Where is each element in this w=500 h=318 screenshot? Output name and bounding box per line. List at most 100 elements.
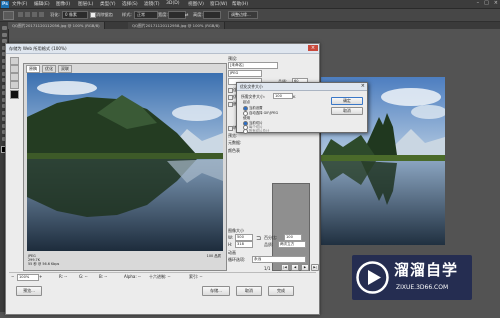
zoom-in-icon[interactable]: + [39, 274, 42, 279]
zoom-tool-icon[interactable] [10, 73, 19, 81]
menu-bar: Ps 文件(F) 编辑(E) 图像(I) 图层(L) 类型(Y) 选择(S) 滤镜(T) 3D… [0, 0, 500, 9]
feather-label: 羽化: [50, 12, 60, 17]
optimize-dialog-title: 优化文件大小 [240, 84, 263, 89]
style-select[interactable]: 正常 [134, 11, 158, 19]
menu-item[interactable]: 帮助(H) [232, 1, 248, 7]
tab-document-2[interactable]: QQ图片20171120112958.jpg @ 100% (RGB/8) [128, 22, 225, 29]
options-bar: 羽化: 0 像素 消除锯齿 样式: 正常 宽度: ⇄ 高度: 调整边缘... [0, 9, 500, 22]
auto-select-label: 自动选择 GIF/JPEG [249, 111, 279, 115]
status-r: R: -- [59, 274, 68, 279]
zoom-select[interactable]: 100% [17, 274, 39, 281]
preview-download-time: 55 秒 @ 56.6 Kbps [28, 262, 60, 266]
tab-optimized[interactable]: 优化 [42, 65, 56, 73]
animation-label: 动画 [228, 250, 236, 255]
height-label: H: [228, 242, 233, 247]
width-input[interactable]: 500 [235, 234, 253, 241]
menu-item[interactable]: 滤镜(T) [144, 1, 160, 7]
modal-cancel-button[interactable]: 取消 [331, 107, 363, 115]
preview-quality: 100 品质 [206, 254, 221, 258]
minimize-icon[interactable]: – [477, 0, 480, 8]
intersect-selection-icon[interactable] [39, 12, 44, 17]
menu-item[interactable]: 选择(S) [122, 1, 138, 7]
optimize-file-size-dialog: 优化文件大小 × 所需文件大小: 100 K 起点 当前设置 自动选择 GIF/… [236, 82, 368, 134]
tab-original[interactable]: 原稿 [26, 65, 40, 73]
color-table-label: 颜色表 [228, 148, 240, 153]
slice-select-tool-icon[interactable] [10, 65, 19, 73]
dialog-close-icon[interactable]: × [308, 45, 318, 51]
tool-icon[interactable] [1, 26, 7, 30]
watermark-title: 溜溜自学 [394, 261, 459, 279]
loop-label: 循环选项: [228, 257, 246, 262]
first-frame-icon[interactable]: |◀ [281, 264, 289, 271]
save-button[interactable]: 存储... [202, 286, 230, 296]
eyedropper-tool-icon[interactable] [10, 81, 19, 89]
dialog-title-bar: 存储为 Web 所用格式 (100%) × [6, 44, 319, 54]
status-alpha: Alpha: -- [124, 274, 141, 279]
menu-item[interactable]: 视图(V) [188, 1, 204, 7]
new-selection-icon[interactable] [18, 12, 23, 17]
menu-item[interactable]: 3D(D) [166, 1, 180, 6]
loop-select[interactable]: 永远 [252, 256, 306, 263]
subtract-selection-icon[interactable] [32, 12, 37, 17]
swap-icon[interactable]: ⇄ [185, 12, 189, 17]
style-label: 样式: [122, 12, 132, 17]
resample-quality-select[interactable]: 两次立方 [278, 241, 306, 248]
prev-frame-icon[interactable]: ◀ [291, 264, 299, 271]
preview-info: JPEG 299.7K 55 秒 @ 56.6 Kbps 100 品质 [27, 254, 223, 268]
height-label: 高度: [193, 12, 203, 17]
height-input[interactable]: 318 [235, 241, 253, 248]
add-selection-icon[interactable] [25, 12, 30, 17]
menu-item[interactable]: 编辑(E) [34, 1, 50, 7]
view-tabs: 原稿 优化 双联 [26, 65, 72, 73]
dialog-tools [9, 57, 19, 99]
maximize-icon[interactable]: □ [484, 0, 489, 8]
tab-document-1[interactable]: QQ图片20171120112056.jpg @ 100% (RGB/8) [8, 22, 105, 29]
watermark-url: ZIXUE.3D66.COM [396, 284, 449, 291]
zoom-out-icon[interactable]: − [11, 274, 14, 279]
preview-image[interactable] [27, 73, 223, 251]
frame-counter: 1/1 [264, 266, 271, 271]
menu-item[interactable]: 图像(I) [56, 1, 70, 7]
percent-input[interactable]: 100 [284, 234, 302, 241]
menu-item[interactable]: 类型(Y) [100, 1, 116, 7]
status-index: 索引: -- [189, 274, 203, 279]
optimize-close-icon[interactable]: × [361, 83, 365, 90]
watermark: 溜溜自学 ZIXUE.3D66.COM [352, 255, 472, 300]
eyedropper-color-swatch[interactable] [10, 90, 19, 99]
width-label: W: [228, 235, 234, 240]
tab-2up[interactable]: 双联 [58, 65, 72, 73]
cancel-button[interactable]: 取消 [236, 286, 262, 296]
marquee-tool-icon[interactable] [3, 11, 14, 20]
menu-item[interactable]: 文件(F) [12, 1, 27, 7]
format-select[interactable]: JPEG [228, 70, 262, 77]
status-g: G: -- [79, 274, 88, 279]
radio-total-slices[interactable] [243, 129, 248, 134]
animation-controls: |◀ ◀ ▶ ▶| [281, 264, 319, 271]
app-logo: Ps [1, 0, 9, 8]
resample-quality-label: 品质: [264, 242, 274, 247]
target-size-input[interactable]: 100 [273, 93, 293, 99]
width-input[interactable] [168, 11, 186, 19]
preview-button[interactable]: 预览... [16, 286, 42, 296]
menu-item[interactable]: 图层(L) [78, 1, 93, 7]
dialog-title: 存储为 Web 所用格式 (100%) [9, 46, 67, 51]
tool-icon[interactable] [1, 32, 7, 37]
last-frame-icon[interactable]: ▶| [311, 264, 319, 271]
target-size-unit: K [293, 94, 296, 99]
hand-tool-icon[interactable] [10, 57, 19, 65]
ok-button[interactable]: 确定 [331, 97, 363, 105]
feather-input[interactable]: 0 像素 [62, 11, 88, 19]
preview-label: 预览: [228, 133, 238, 138]
height-input[interactable] [203, 11, 221, 19]
play-icon[interactable]: ▶ [301, 264, 309, 271]
link-icon[interactable]: ⊐ [256, 235, 261, 242]
close-icon[interactable]: × [494, 0, 498, 8]
done-button[interactable]: 完成 [268, 286, 294, 296]
optimize-dialog-title-bar: 优化文件大小 × [237, 83, 367, 91]
status-bar: − 100% + R: -- G: -- B: -- Alpha: -- 十六进… [9, 272, 316, 281]
refine-edge-button[interactable]: 调整边缘... [228, 11, 258, 19]
status-hex: 十六进制: -- [149, 274, 171, 279]
preset-select[interactable]: [未命名] [228, 62, 278, 69]
menu-item[interactable]: 窗口(W) [210, 1, 227, 7]
antialias-label: 消除锯齿 [96, 12, 113, 17]
